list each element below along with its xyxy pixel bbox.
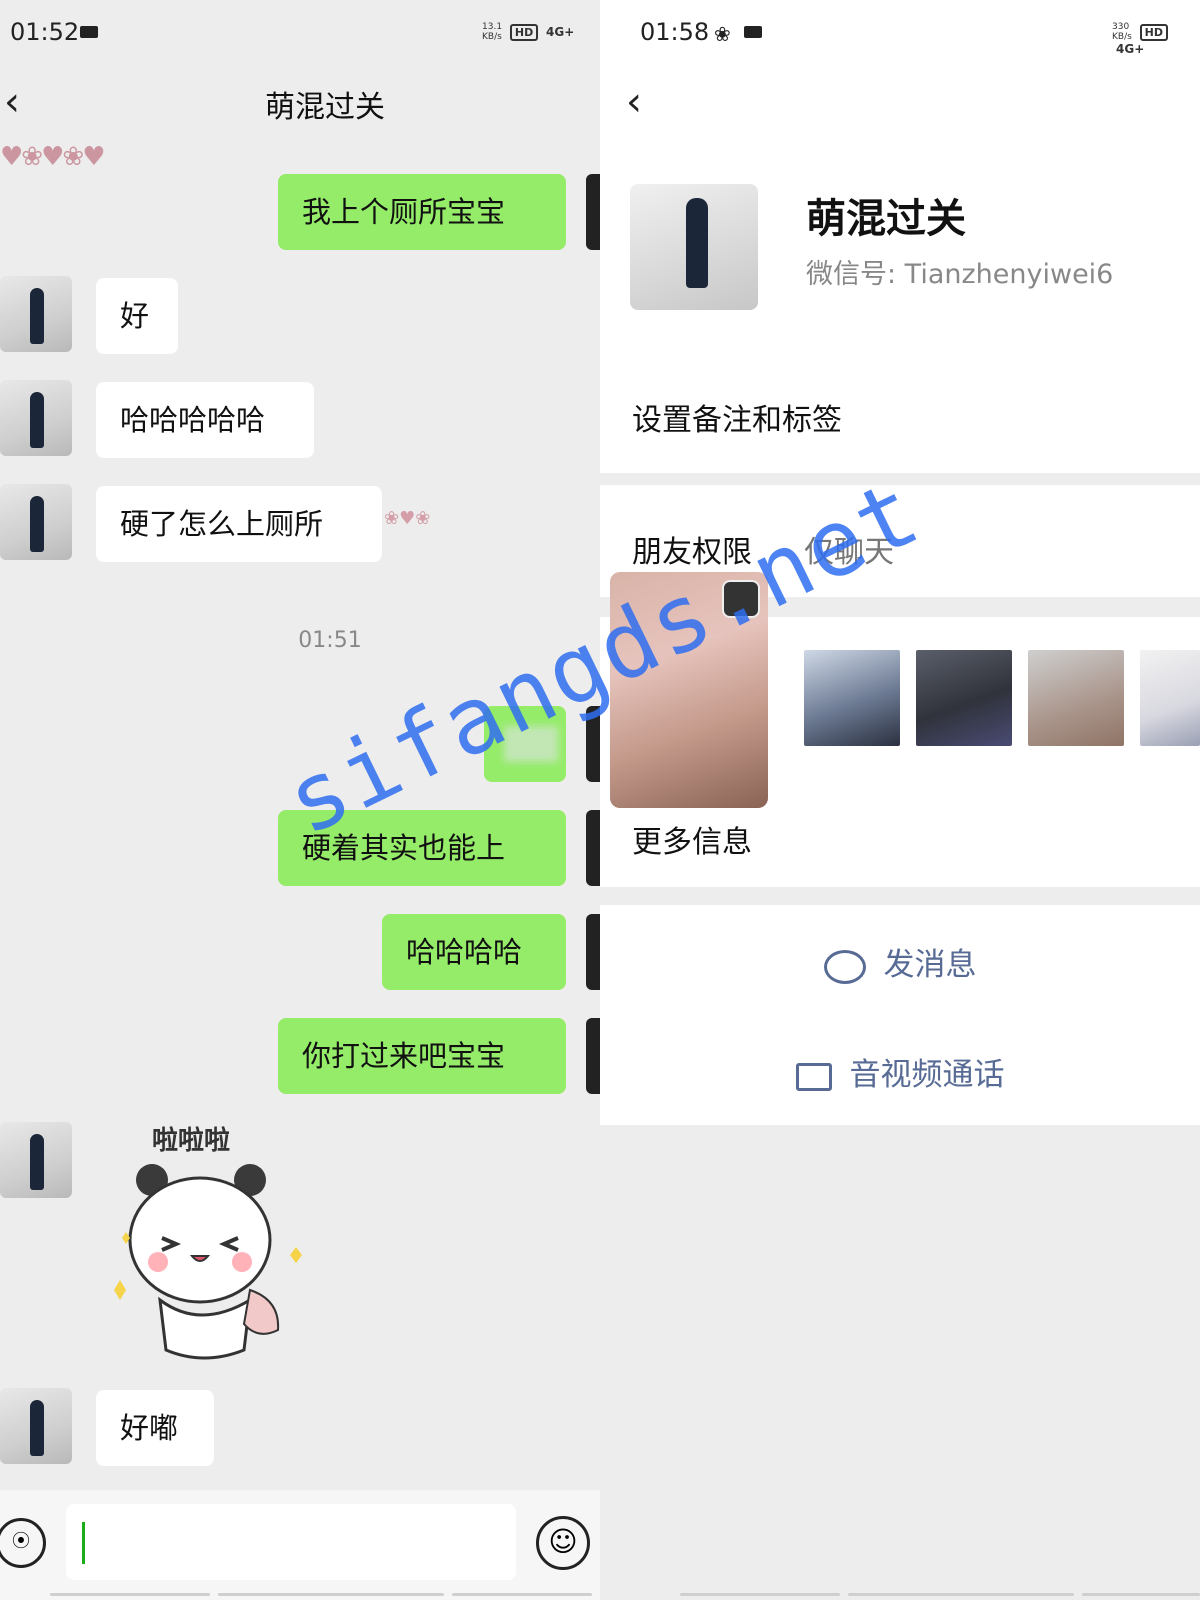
status-bar: 01:58 ❀ 330 KB/s HD 4G+ [600, 0, 1200, 70]
video-icon [795, 1062, 832, 1091]
contact-avatar[interactable] [0, 484, 72, 560]
message-bubble-them[interactable]: 好嘟 [96, 1390, 214, 1466]
send-message-button[interactable]: 发消息 [600, 930, 1200, 1000]
voice-icon[interactable]: ⦿ [0, 1518, 46, 1568]
remark-row[interactable]: 设置备注和标签 [600, 355, 1200, 473]
nav-indicator [1082, 1593, 1200, 1596]
status-icons: 13.1 KB/s HD 4G+ [482, 22, 574, 42]
message-bubble-them[interactable]: 哈哈哈哈哈 [96, 382, 314, 458]
nav-indicator [50, 1593, 210, 1596]
wechat-id: 微信号: Tianzhenyiwei6 [806, 259, 1114, 290]
message-bubble-me[interactable]: 你打过来吧宝宝 [278, 1018, 566, 1094]
input-bar: ⦿ ☺ [0, 1490, 600, 1600]
back-icon[interactable]: ‹ [626, 82, 642, 122]
video-record-icon [80, 26, 98, 38]
profile-name: 萌混过关 [806, 196, 966, 242]
contact-avatar[interactable] [0, 1122, 72, 1198]
net-speed: 13.1 KB/s [482, 22, 503, 42]
moments-thumbnail[interactable] [1140, 650, 1200, 746]
message-bubble-me[interactable]: 哈哈哈哈 [382, 914, 566, 990]
moments-thumbnail[interactable] [916, 650, 1012, 746]
profile-avatar[interactable] [630, 184, 758, 310]
remark-label: 设置备注和标签 [632, 403, 842, 438]
panda-sticker[interactable]: 啦啦啦 [100, 1120, 330, 1360]
emoji-icon[interactable]: ☺ [536, 1516, 590, 1570]
status-icons: 330 KB/s HD 4G+ [1112, 22, 1200, 56]
status-time: 01:58 [640, 18, 710, 46]
video-call-button[interactable]: 音视频通话 [600, 1040, 1200, 1110]
status-bar: 01:52 13.1 KB/s HD 4G+ [0, 0, 600, 70]
panda-sticker-art [114, 1164, 302, 1360]
send-message-label: 发消息 [883, 947, 977, 983]
nav-indicator [848, 1593, 1074, 1596]
moments-thumbnail[interactable] [804, 650, 900, 746]
decorative-sticker-fragment: ❀♥❀ [384, 508, 431, 529]
chat-icon [823, 949, 866, 984]
my-avatar[interactable] [586, 1018, 600, 1094]
network-label: 4G+ [546, 24, 575, 39]
network-label: 4G+ [1116, 42, 1145, 56]
hd-badge: HD [509, 23, 539, 41]
wechat-notify-icon: ❀ [714, 22, 731, 46]
contact-avatar[interactable] [0, 276, 72, 352]
text-caret [82, 1522, 85, 1564]
video-record-icon [744, 26, 762, 38]
my-avatar[interactable] [586, 174, 600, 250]
message-bubble-me[interactable]: 我上个厕所宝宝 [278, 174, 566, 250]
decorative-sticker-fragment: ♥❀♥❀♥ [0, 142, 105, 172]
contact-avatar[interactable] [0, 380, 72, 456]
my-avatar[interactable] [586, 810, 600, 886]
my-avatar[interactable] [586, 914, 600, 990]
nav-indicator [218, 1593, 444, 1596]
contact-avatar[interactable] [0, 1388, 72, 1464]
message-input[interactable] [66, 1504, 516, 1580]
video-call-label: 音视频通话 [849, 1057, 1005, 1093]
nav-indicator [680, 1593, 840, 1596]
message-bubble-them[interactable]: 好 [96, 278, 178, 354]
nav-indicator [452, 1593, 592, 1596]
hd-badge: HD [1139, 23, 1168, 41]
message-bubble-them[interactable]: 硬了怎么上厕所 [96, 486, 382, 562]
chat-title: 萌混过关 [265, 90, 385, 125]
status-time: 01:52 [10, 18, 80, 46]
more-info-label: 更多信息 [632, 825, 752, 860]
moments-thumbnail[interactable] [1028, 650, 1124, 746]
net-speed: 330 KB/s [1112, 22, 1132, 42]
